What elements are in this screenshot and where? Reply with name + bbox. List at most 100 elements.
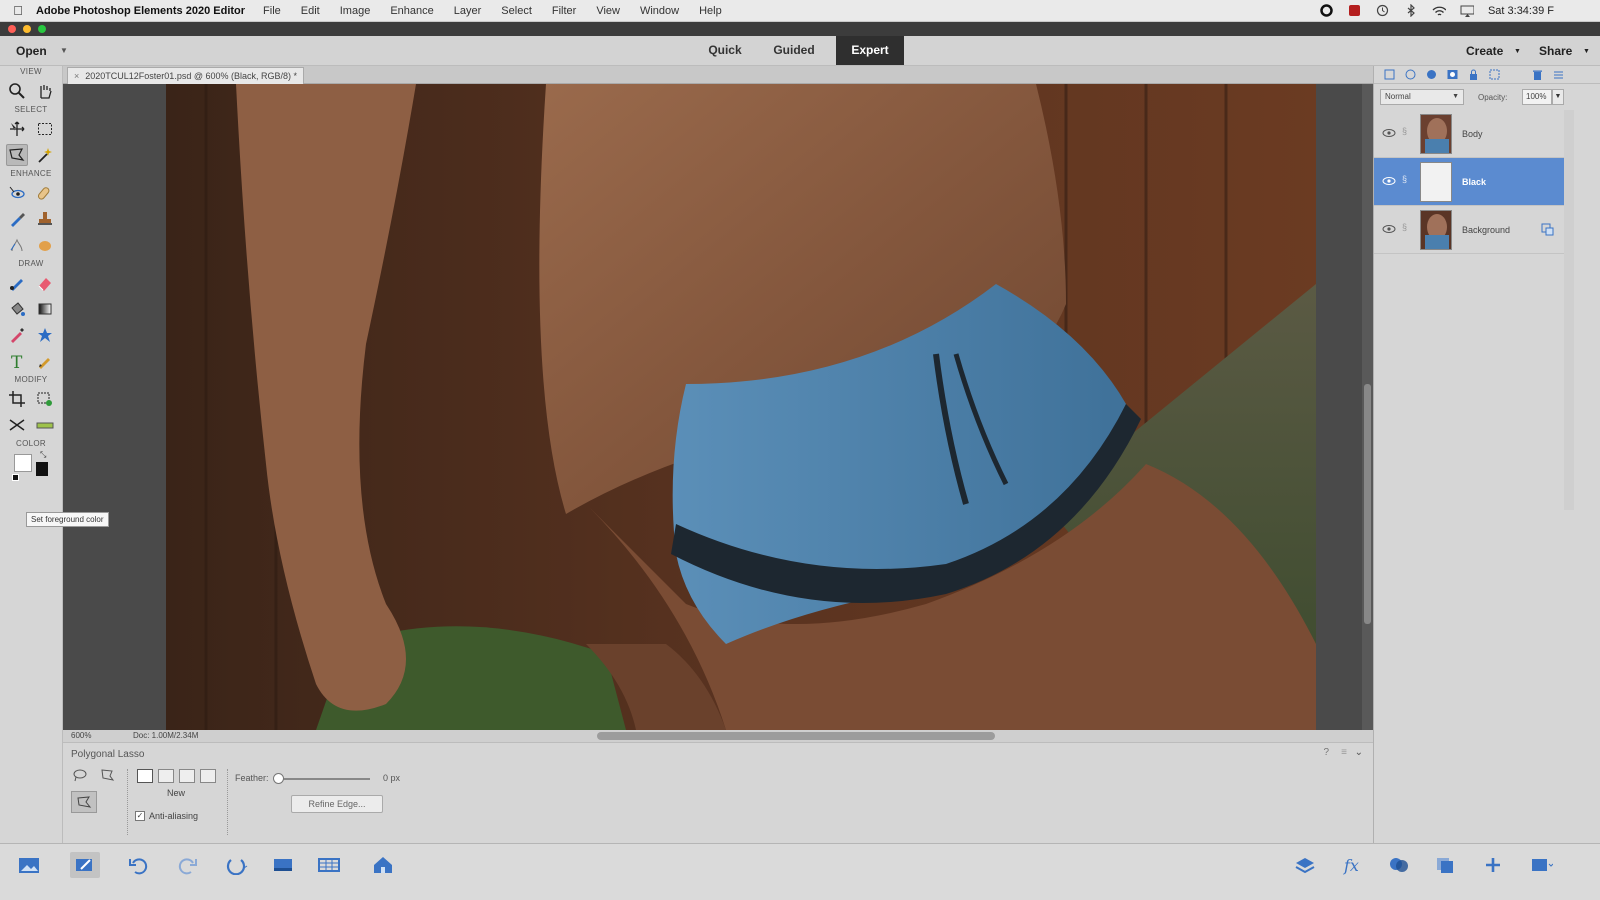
create-chevron-icon[interactable]: ▼	[1514, 48, 1521, 55]
filters-icon[interactable]	[1384, 852, 1414, 878]
zoom-tool-icon[interactable]	[6, 80, 28, 102]
close-window-button[interactable]	[8, 25, 16, 33]
gradient-tool-icon[interactable]	[34, 298, 56, 320]
crop-tool-icon[interactable]	[6, 388, 28, 410]
menubar-clock[interactable]: Sat 3:34:39 F	[1488, 5, 1554, 17]
new-fill-layer-icon[interactable]	[1403, 68, 1418, 82]
swap-colors-icon[interactable]: ⤡	[40, 450, 46, 460]
canvas-area[interactable]	[63, 84, 1373, 730]
subtract-from-selection-icon[interactable]	[179, 769, 195, 783]
spot-healing-brush-icon[interactable]	[34, 182, 56, 204]
straighten-tool-icon[interactable]	[34, 414, 56, 436]
effects-fx-icon[interactable]: fx	[1338, 852, 1368, 878]
feather-slider[interactable]	[278, 778, 370, 780]
polygonal-lasso-tool-icon[interactable]	[6, 144, 28, 166]
intersect-selection-icon[interactable]	[200, 769, 216, 783]
menu-file[interactable]: File	[263, 5, 281, 17]
options-menu-icon[interactable]: ≡	[1341, 747, 1347, 758]
notification-center-icon[interactable]	[1568, 4, 1582, 18]
menu-view[interactable]: View	[596, 5, 620, 17]
menu-enhance[interactable]: Enhance	[390, 5, 433, 17]
clone-stamp-icon[interactable]	[34, 208, 56, 230]
lock-all-icon[interactable]	[1466, 68, 1481, 82]
layer-mask-icon[interactable]	[1445, 68, 1460, 82]
magic-wand-tool-icon[interactable]	[34, 144, 56, 166]
eraser-tool-icon[interactable]	[34, 272, 56, 294]
layer-name[interactable]: Background	[1462, 225, 1510, 235]
layer-link-icon[interactable]: §	[1402, 126, 1407, 136]
visibility-eye-icon[interactable]	[1382, 224, 1396, 234]
horizontal-scroll-thumb[interactable]	[597, 732, 995, 740]
add-to-selection-icon[interactable]	[158, 769, 174, 783]
opacity-dropdown-icon[interactable]: ▼	[1552, 89, 1564, 105]
vertical-scroll-thumb[interactable]	[1364, 384, 1371, 624]
close-tab-icon[interactable]: ×	[74, 71, 79, 81]
photo-bin-icon[interactable]	[14, 852, 44, 878]
marquee-tool-icon[interactable]	[34, 118, 56, 140]
bluetooth-icon[interactable]	[1404, 4, 1418, 18]
layer-row-background[interactable]: § Background	[1374, 206, 1564, 254]
redo-icon[interactable]	[172, 852, 202, 878]
menu-window[interactable]: Window	[640, 5, 679, 17]
eyedropper-icon[interactable]	[6, 324, 28, 346]
collapse-chevron-icon[interactable]: ⌄	[1355, 747, 1363, 758]
brush-tool-icon[interactable]	[6, 272, 28, 294]
smart-brush-icon[interactable]	[6, 208, 28, 230]
visibility-eye-icon[interactable]	[1382, 176, 1396, 186]
magnetic-lasso-icon[interactable]	[99, 767, 117, 783]
wifi-icon[interactable]	[1432, 4, 1446, 18]
lasso-icon[interactable]	[71, 767, 89, 783]
menu-image[interactable]: Image	[340, 5, 371, 17]
tab-quick[interactable]: Quick	[692, 36, 758, 65]
airplay-icon[interactable]	[1460, 4, 1474, 18]
zoom-level[interactable]: 600%	[71, 731, 91, 740]
tab-guided[interactable]: Guided	[760, 36, 828, 65]
recompose-tool-icon[interactable]	[34, 388, 56, 410]
delete-layer-icon[interactable]	[1530, 68, 1545, 82]
rotate-icon[interactable]	[222, 852, 252, 878]
more-panels-icon[interactable]	[1526, 852, 1556, 878]
menu-help[interactable]: Help	[699, 5, 722, 17]
layer-name[interactable]: Body	[1462, 129, 1483, 139]
share-chevron-icon[interactable]: ▼	[1583, 48, 1590, 55]
menu-edit[interactable]: Edit	[301, 5, 320, 17]
menu-layer[interactable]: Layer	[454, 5, 482, 17]
anti-aliasing-option[interactable]: ✓ Anti-aliasing	[135, 811, 198, 821]
blend-mode-select[interactable]: Normal ▼	[1380, 89, 1464, 105]
menu-filter[interactable]: Filter	[552, 5, 576, 17]
tool-options-icon[interactable]	[70, 852, 100, 878]
opacity-input[interactable]: 100%	[1522, 89, 1552, 105]
document-image[interactable]	[166, 84, 1316, 730]
vertical-scrollbar[interactable]	[1362, 84, 1373, 730]
layer-link-icon[interactable]: §	[1402, 222, 1407, 232]
layer-name[interactable]: Black	[1462, 177, 1486, 187]
new-selection-icon[interactable]	[137, 769, 153, 783]
type-tool-icon[interactable]: T	[6, 350, 28, 372]
paint-bucket-icon[interactable]	[6, 298, 28, 320]
chevron-down-icon[interactable]: ▼	[60, 46, 68, 55]
create-button[interactable]: Create	[1466, 44, 1503, 58]
hand-tool-icon[interactable]	[34, 80, 56, 102]
refine-edge-button[interactable]: Refine Edge...	[291, 795, 383, 813]
home-screen-icon[interactable]	[368, 852, 398, 878]
custom-shape-icon[interactable]	[34, 324, 56, 346]
sponge-tool-icon[interactable]	[34, 234, 56, 256]
organizer-icon[interactable]	[314, 852, 344, 878]
open-button[interactable]: Open	[16, 44, 47, 58]
help-icon[interactable]: ?	[1323, 747, 1329, 758]
red-eye-tool-icon[interactable]	[6, 182, 28, 204]
lock-transparency-icon[interactable]	[1487, 68, 1502, 82]
layers-scrollbar[interactable]	[1564, 110, 1574, 510]
acrobat-icon[interactable]	[1348, 4, 1362, 18]
apple-icon[interactable]: 	[0, 3, 36, 18]
move-tool-icon[interactable]	[6, 118, 28, 140]
layer-row-body[interactable]: § Body	[1374, 110, 1564, 158]
layer-row-black[interactable]: § Black	[1374, 158, 1564, 206]
blur-tool-icon[interactable]	[6, 234, 28, 256]
panel-menu-icon[interactable]	[1551, 68, 1566, 82]
minimize-window-button[interactable]	[23, 25, 31, 33]
layout-icon[interactable]	[268, 852, 298, 878]
new-layer-icon[interactable]	[1382, 68, 1397, 82]
layers-panel-icon[interactable]	[1290, 852, 1320, 878]
graphics-add-icon[interactable]	[1478, 852, 1508, 878]
